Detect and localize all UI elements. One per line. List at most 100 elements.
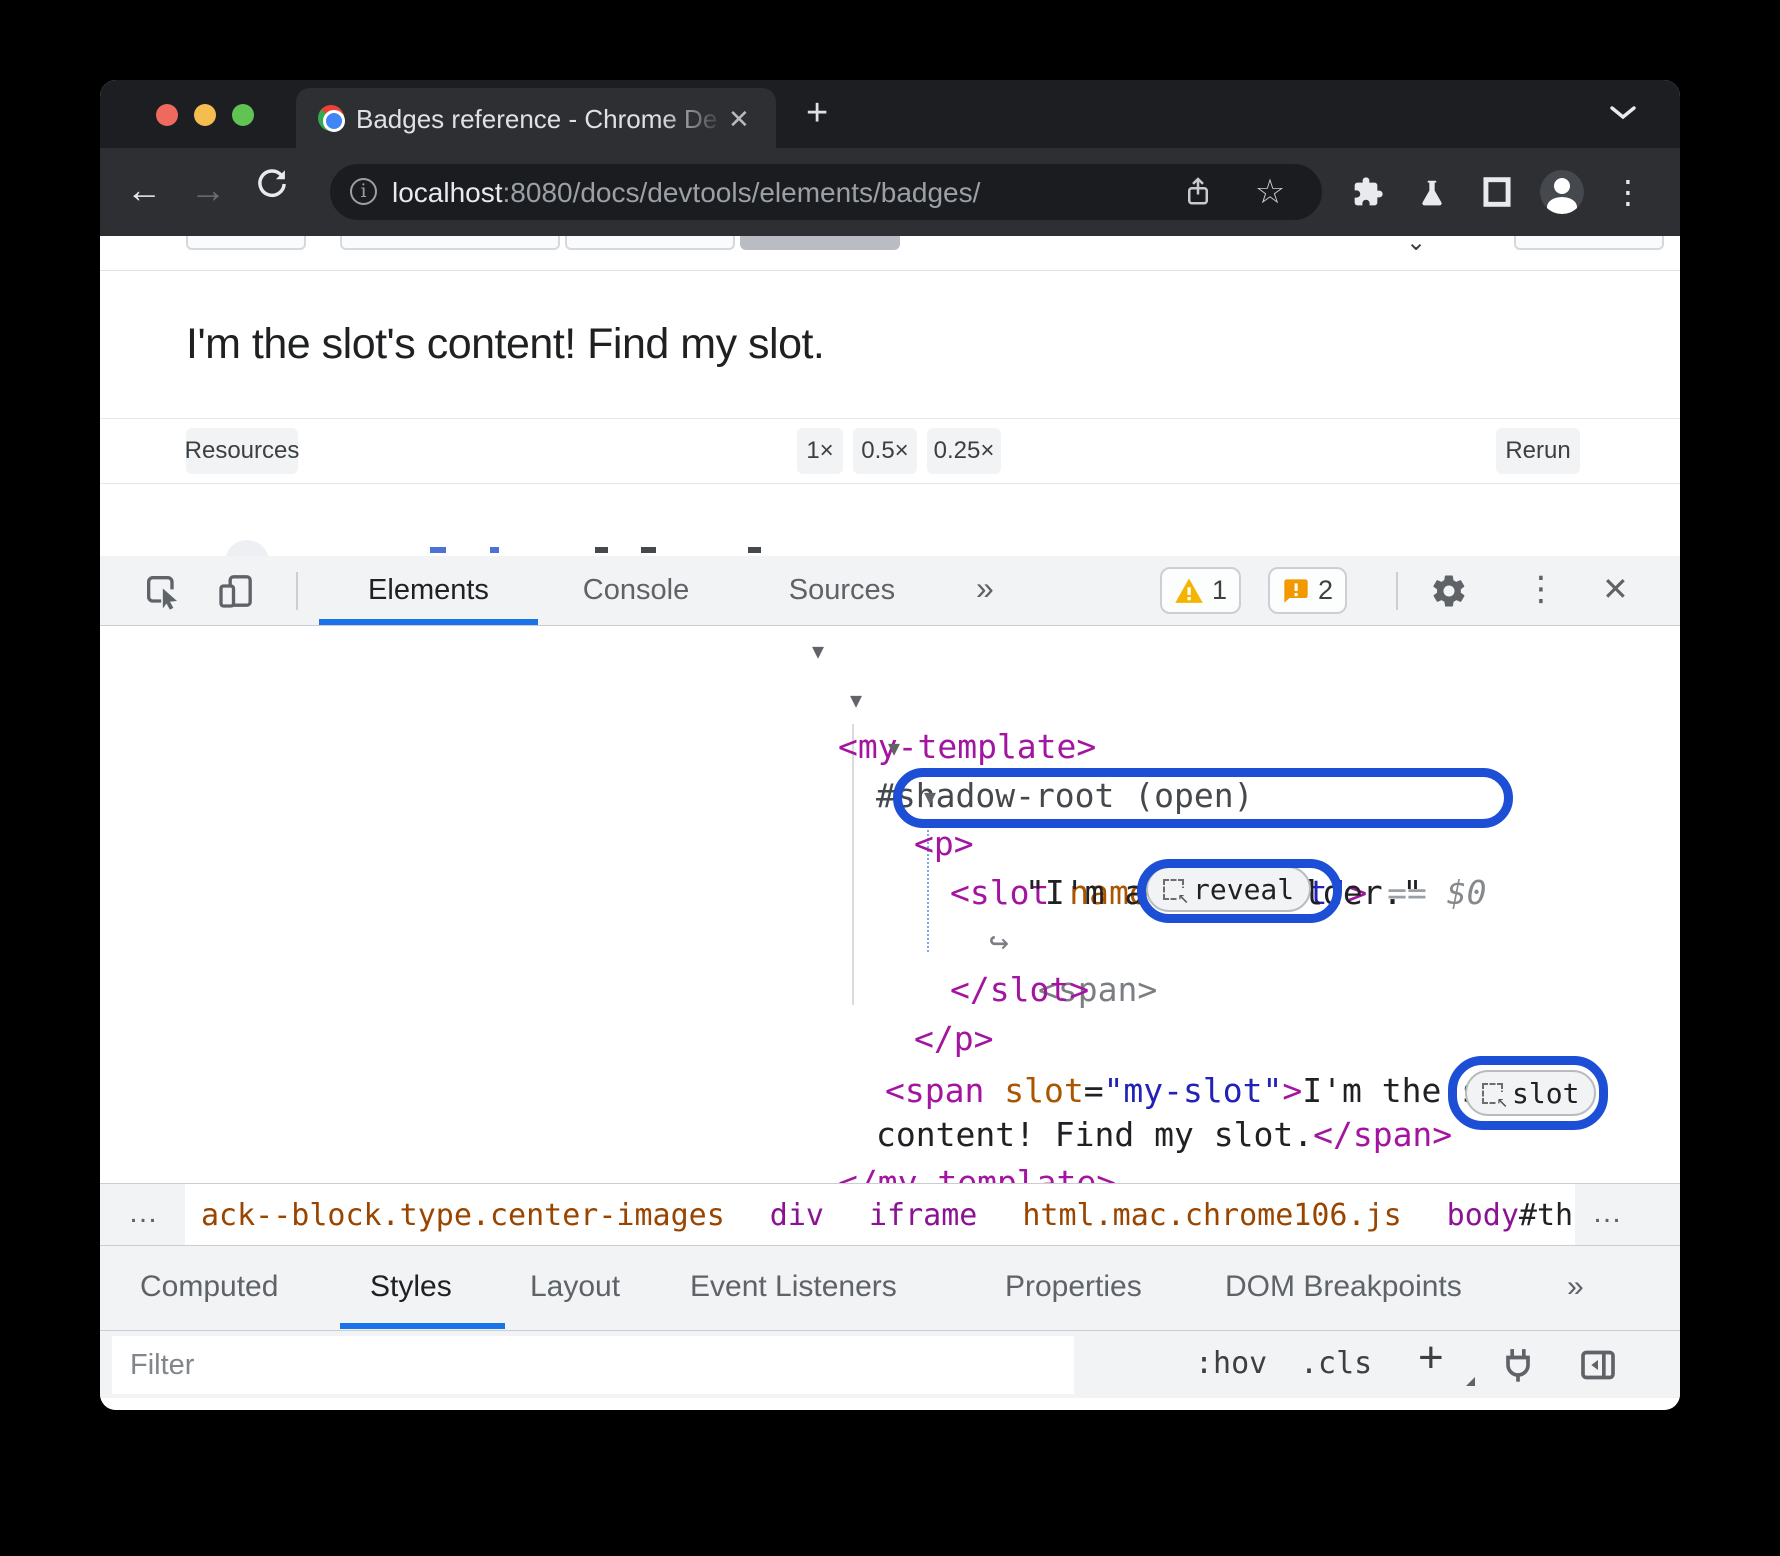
breadcrumb-item[interactable]: body#the-bo xyxy=(1447,1198,1575,1233)
tab-title: Badges reference - Chrome De xyxy=(356,104,726,135)
styles-pane-tabs: Computed Styles Layout Event Listeners P… xyxy=(100,1245,1680,1330)
devtools-menu-icon[interactable]: ⋮ xyxy=(1524,569,1558,609)
reveal-badge-label: reveal xyxy=(1193,873,1294,906)
url-host: localhost xyxy=(392,177,503,208)
tab-console[interactable]: Console xyxy=(566,556,706,625)
reveal-icon: ↖ xyxy=(1163,879,1184,900)
clipped-link-fragment xyxy=(430,547,446,553)
slot-badge-icon: ↖ xyxy=(1482,1083,1503,1104)
resources-button[interactable]: Resources xyxy=(186,428,298,474)
element-classes-button[interactable]: .cls xyxy=(1300,1346,1372,1381)
browser-window: Badges reference - Chrome De ✕ + ← → i l… xyxy=(100,80,1680,1410)
toggle-element-state-button[interactable]: :hov xyxy=(1195,1346,1267,1381)
browser-menu-icon[interactable]: ⋮ xyxy=(1606,170,1650,214)
rerun-button[interactable]: Rerun xyxy=(1496,428,1580,474)
slot-badge-label: slot xyxy=(1512,1077,1579,1110)
expand-arrow-icon[interactable]: ▼ xyxy=(812,627,824,675)
clipped-text-fragment xyxy=(595,547,608,553)
toggle-sidebar-icon[interactable] xyxy=(1578,1345,1618,1390)
tree-node-my-template[interactable]: <my-template> xyxy=(838,723,1096,771)
warning-triangle-icon xyxy=(1174,577,1204,605)
styles-filter-input[interactable] xyxy=(112,1336,1074,1394)
breadcrumb-item[interactable]: ack--block.type.center-images xyxy=(201,1198,725,1233)
share-icon[interactable] xyxy=(1176,170,1220,214)
tab-event-listeners[interactable]: Event Listeners xyxy=(690,1270,897,1304)
issues-badge[interactable]: 2 xyxy=(1268,567,1347,614)
issue-bubble-icon xyxy=(1282,577,1310,605)
warning-count: 1 xyxy=(1212,575,1227,606)
issue-count: 2 xyxy=(1318,575,1333,606)
close-devtools-icon[interactable]: ✕ xyxy=(1602,570,1629,608)
address-bar[interactable]: i localhost:8080/docs/devtools/elements/… xyxy=(330,164,1322,220)
breadcrumb-item[interactable]: html.mac.chrome106.js xyxy=(1022,1198,1401,1233)
new-tab-button[interactable]: + xyxy=(806,92,828,135)
settings-gear-icon[interactable] xyxy=(1430,572,1468,615)
clipped-chevron-icon: ⌄ xyxy=(1406,236,1426,257)
breadcrumb: ack--block.type.center-images div iframe… xyxy=(185,1184,1575,1246)
bookmark-star-icon[interactable]: ☆ xyxy=(1248,170,1292,214)
expand-arrow-icon[interactable]: ▼ xyxy=(888,724,900,772)
more-tabs-icon[interactable]: » xyxy=(976,570,994,607)
breadcrumb-overflow-left[interactable]: … xyxy=(128,1196,158,1230)
clipped-button[interactable] xyxy=(565,236,735,250)
new-style-rule-button[interactable]: + xyxy=(1418,1333,1444,1383)
dom-tree: ••• ▼ <my-template> ▼ #shadow-root (open… xyxy=(100,626,1680,1183)
slot-badge[interactable]: ↖ slot xyxy=(1465,1070,1596,1116)
maximize-window-button[interactable] xyxy=(232,104,254,126)
expand-arrow-icon[interactable]: ▼ xyxy=(850,676,862,724)
expand-arrow-icon[interactable]: ▼ xyxy=(924,773,936,821)
divider xyxy=(100,270,1680,271)
tab-search-chevron-icon[interactable] xyxy=(1608,104,1638,127)
tree-node-p[interactable]: <p> xyxy=(914,820,974,868)
more-panes-icon[interactable]: » xyxy=(1567,1270,1584,1304)
url-path: :8080/docs/devtools/elements/badges/ xyxy=(503,177,981,208)
device-toolbar-icon[interactable] xyxy=(216,571,256,616)
devtools-toolbar: Elements Console Sources » 1 2 ⋮ ✕ xyxy=(100,556,1680,626)
tab-dom-breakpoints[interactable]: DOM Breakpoints xyxy=(1225,1270,1462,1304)
tab-properties[interactable]: Properties xyxy=(1005,1270,1142,1304)
slot-projection-arrow-icon: ↪ xyxy=(989,918,1029,966)
close-tab-icon[interactable]: ✕ xyxy=(728,104,750,135)
tab-computed[interactable]: Computed xyxy=(140,1270,278,1304)
plug-icon[interactable] xyxy=(1498,1345,1538,1390)
dollar-zero-ref: $0 xyxy=(1447,873,1487,912)
tab-sources[interactable]: Sources xyxy=(772,556,912,625)
tab-elements[interactable]: Elements xyxy=(319,556,538,625)
chrome-favicon-icon xyxy=(318,105,344,131)
url-text: localhost:8080/docs/devtools/elements/ba… xyxy=(392,177,980,209)
reload-button[interactable] xyxy=(254,166,290,210)
breadcrumb-overflow-right[interactable]: … xyxy=(1592,1196,1622,1230)
minimize-window-button[interactable] xyxy=(194,104,216,126)
site-info-icon[interactable]: i xyxy=(350,178,377,205)
speed-05x-button[interactable]: 0.5× xyxy=(853,428,917,474)
new-style-rule-dropdown-corner[interactable] xyxy=(1466,1377,1475,1386)
back-button[interactable]: ← xyxy=(126,170,162,210)
tab-strip: Badges reference - Chrome De ✕ + xyxy=(100,80,1680,148)
forward-button[interactable]: → xyxy=(190,170,226,210)
tree-node-p-close[interactable]: </p> xyxy=(914,1015,993,1063)
breadcrumb-item[interactable]: div xyxy=(770,1198,824,1233)
clipped-button[interactable] xyxy=(340,236,560,250)
clipped-button-selected[interactable] xyxy=(740,236,900,250)
speed-025x-button[interactable]: 0.25× xyxy=(927,428,1001,474)
side-panel-icon[interactable] xyxy=(1475,170,1519,214)
inspect-element-icon[interactable] xyxy=(142,571,182,616)
clipped-content-fragment xyxy=(225,540,269,556)
extensions-puzzle-icon[interactable] xyxy=(1346,170,1390,214)
profile-avatar[interactable] xyxy=(1540,170,1584,214)
divider xyxy=(1396,572,1398,610)
browser-tab[interactable]: Badges reference - Chrome De ✕ xyxy=(296,88,776,148)
tree-node-slotted-span-line2[interactable]: content! Find my slot.</span> xyxy=(876,1111,1452,1159)
reveal-badge[interactable]: ↖ reveal xyxy=(1146,866,1311,912)
tree-node-slot-close[interactable]: </slot> xyxy=(950,966,1089,1014)
tab-layout[interactable]: Layout xyxy=(530,1270,620,1304)
tab-styles[interactable]: Styles xyxy=(370,1270,452,1304)
styles-pane-content xyxy=(100,1398,1680,1410)
warnings-badge[interactable]: 1 xyxy=(1160,567,1241,614)
speed-1x-button[interactable]: 1× xyxy=(797,428,843,474)
experiments-flask-icon[interactable] xyxy=(1410,170,1454,214)
close-window-button[interactable] xyxy=(156,104,178,126)
clipped-button[interactable] xyxy=(1514,236,1664,250)
clipped-button[interactable] xyxy=(186,236,306,250)
breadcrumb-item[interactable]: iframe xyxy=(869,1198,977,1233)
